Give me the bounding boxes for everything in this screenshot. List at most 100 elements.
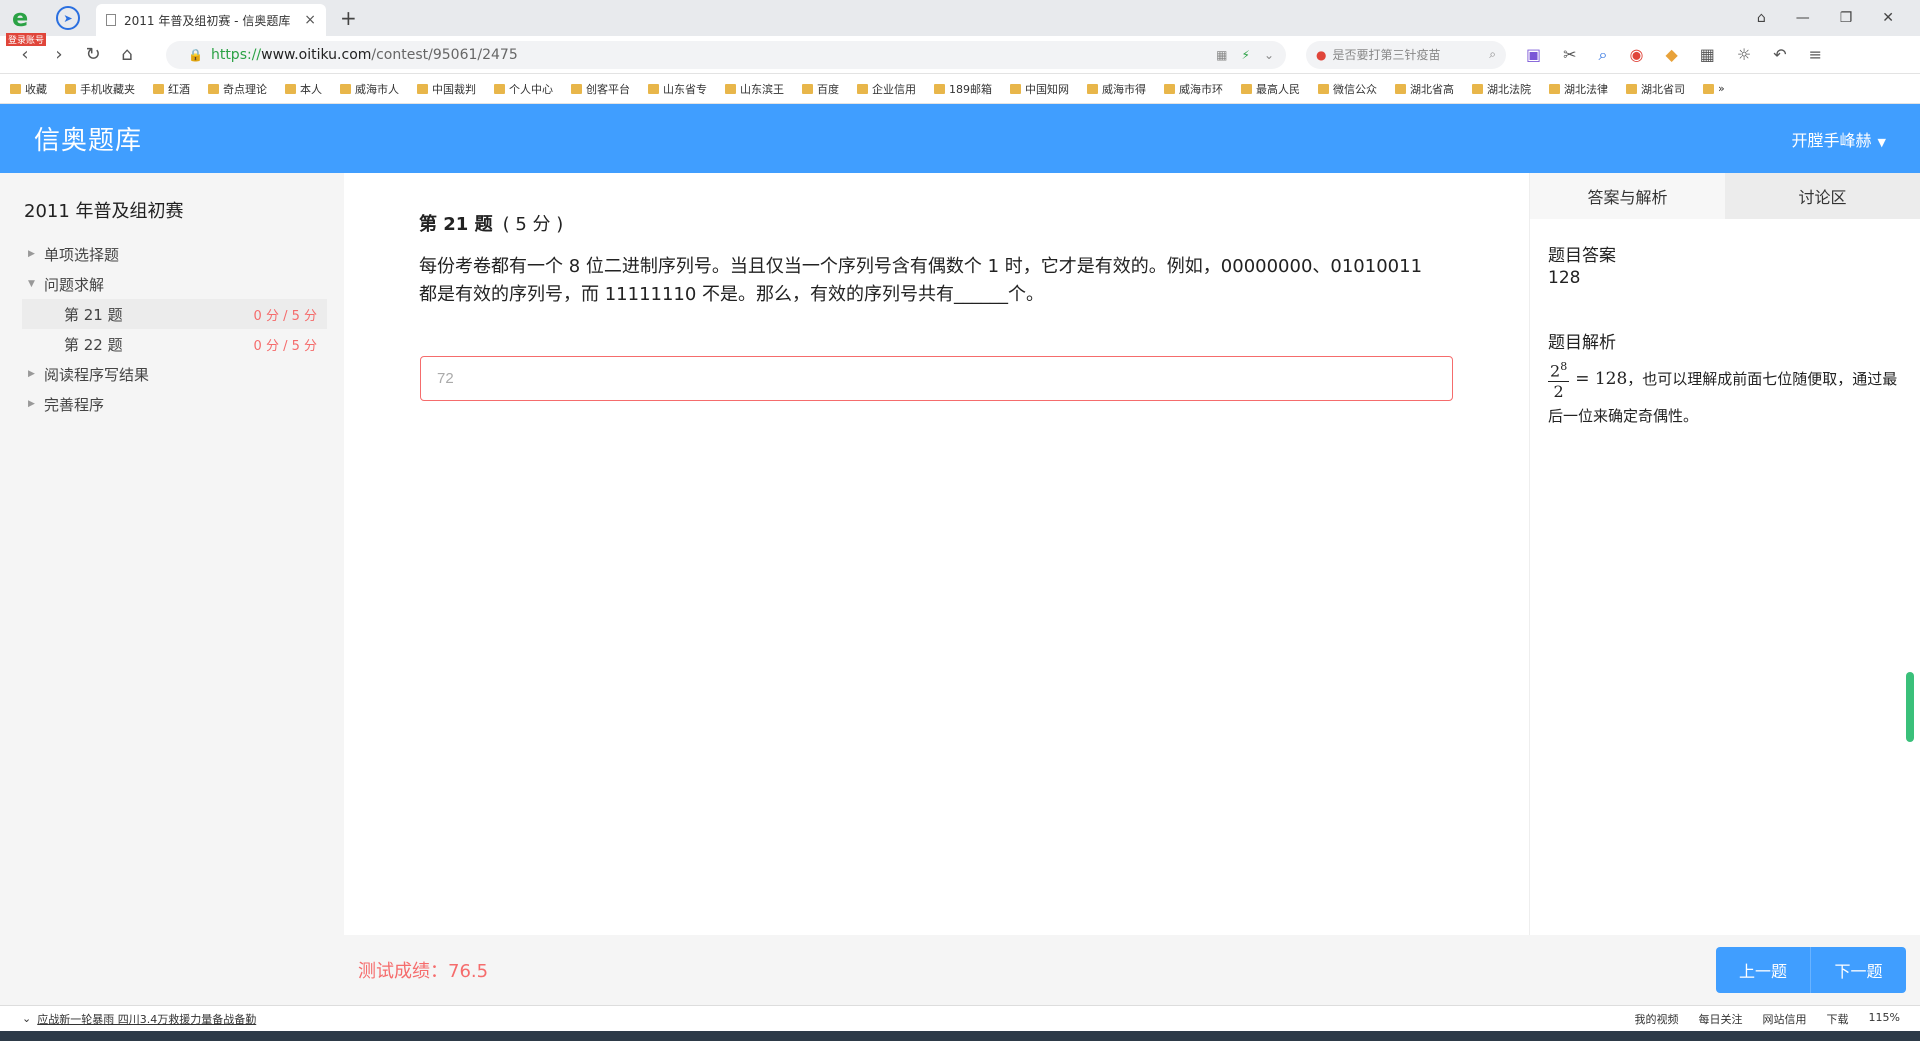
bookmark-item[interactable]: 威海市环 <box>1164 81 1223 97</box>
search-box[interactable]: ● 是否要打第三针疫苗 ⌕ <box>1306 40 1506 69</box>
answer-label: 题目答案 <box>1548 246 1616 266</box>
question-score: 0 分 / 5 分 <box>253 338 317 354</box>
chevron-down-icon[interactable]: ⌄ <box>1264 48 1274 62</box>
sidebar-section-problem-solving[interactable]: ▼ 问题求解 <box>0 269 344 299</box>
menu-icon[interactable]: ≡ <box>1809 45 1822 65</box>
bookmark-label: 微信公众 <box>1333 82 1377 96</box>
tab-close-icon[interactable]: × <box>304 12 316 28</box>
bookmark-icon <box>1164 83 1175 94</box>
bookmark-item[interactable]: 湖北法律 <box>1549 81 1608 97</box>
bookmark-item[interactable]: 奇点理论 <box>208 81 267 97</box>
status-download[interactable]: 下载 <box>1827 1011 1849 1027</box>
fraction-base: 2 <box>1550 361 1561 381</box>
bookmark-item[interactable]: 威海市人 <box>340 81 399 97</box>
new-tab-button[interactable]: + <box>340 6 357 30</box>
bookmark-label: 个人中心 <box>509 82 553 96</box>
user-menu[interactable]: 开膛手峰赫 ▼ <box>1792 127 1886 151</box>
bookmark-item[interactable]: 微信公众 <box>1318 81 1377 97</box>
close-window-icon[interactable]: ✕ <box>1882 10 1894 26</box>
bookmark-label: 山东省专 <box>663 82 707 96</box>
scissors-icon[interactable]: ✂ <box>1563 45 1576 65</box>
reload-icon[interactable]: ↻ <box>76 44 110 65</box>
bookmark-item[interactable]: » <box>1703 82 1725 95</box>
sidebar-section-single-choice[interactable]: ▶ 单项选择题 <box>0 239 344 269</box>
home-icon[interactable]: ⌂ <box>110 44 144 65</box>
minimize-icon[interactable]: — <box>1796 10 1810 26</box>
bookmark-item[interactable]: 湖北省司 <box>1626 81 1685 97</box>
app-header: 信奥题库 开膛手峰赫 ▼ <box>0 104 1920 173</box>
bookmark-item[interactable]: 创客平台 <box>571 81 630 97</box>
speed-icon[interactable]: ⚡ <box>1242 48 1250 62</box>
forward-icon[interactable]: › <box>42 44 76 65</box>
translate-icon[interactable]: ▣ <box>1526 45 1541 65</box>
bookmark-label: 企业信用 <box>872 82 916 96</box>
prev-question-button[interactable]: 上一题 <box>1716 947 1811 993</box>
search-ext-icon[interactable]: ⌕ <box>1599 45 1608 65</box>
restore-icon[interactable]: ❐ <box>1840 10 1853 26</box>
game-icon[interactable]: ◉ <box>1630 45 1644 65</box>
bookmark-item[interactable]: 山东滨王 <box>725 81 784 97</box>
sidebar-section-complete-program[interactable]: ▶ 完善程序 <box>0 389 344 419</box>
status-daily[interactable]: 每日关注 <box>1699 1011 1743 1027</box>
tab-title: 2011 年普及组初赛 - 信奥题库 <box>124 13 291 28</box>
bookmark-item[interactable]: 189邮箱 <box>934 81 992 97</box>
bookmark-item[interactable]: 湖北省高 <box>1395 81 1454 97</box>
search-icon[interactable]: ⌕ <box>1489 47 1496 62</box>
test-score: 测试成绩：76.5 <box>358 961 489 982</box>
sidebar-section-read-program[interactable]: ▶ 阅读程序写结果 <box>0 359 344 389</box>
caret-right-icon: ▶ <box>28 399 35 409</box>
news-link[interactable]: 应战新一轮暴雨 四川3.4万救援力量备战备勤 <box>37 1011 256 1027</box>
bookmark-item[interactable]: 最高人民 <box>1241 81 1300 97</box>
navigation-icon[interactable]: ➤ <box>56 6 80 30</box>
bookmark-item[interactable]: 中国裁判 <box>417 81 476 97</box>
bookmark-item[interactable]: 威海市得 <box>1087 81 1146 97</box>
bookmark-label: 奇点理论 <box>223 82 267 96</box>
bookmark-label: 手机收藏夹 <box>80 82 135 96</box>
bookmark-item[interactable]: 个人中心 <box>494 81 553 97</box>
answer-value: 128 <box>1548 268 1581 288</box>
tab-discussion[interactable]: 讨论区 <box>1725 173 1920 219</box>
bookmark-item[interactable]: 企业信用 <box>857 81 916 97</box>
answer-input[interactable] <box>420 356 1453 401</box>
bookmark-item[interactable]: 湖北法院 <box>1472 81 1531 97</box>
status-credit[interactable]: 网站信用 <box>1763 1011 1807 1027</box>
bookmark-icon <box>1241 83 1252 94</box>
bookmark-label: 湖北法院 <box>1487 82 1531 96</box>
undo-icon[interactable]: ↶ <box>1773 45 1786 65</box>
os-taskbar <box>0 1031 1920 1041</box>
tab-answer-analysis[interactable]: 答案与解析 <box>1530 173 1725 219</box>
scroll-indicator[interactable] <box>1906 672 1914 742</box>
sidebar-question-22[interactable]: 第 22 题 0 分 / 5 分 <box>22 329 327 359</box>
bookmark-icon <box>934 83 945 94</box>
sidebar-question-21[interactable]: 第 21 题 0 分 / 5 分 <box>22 299 327 329</box>
bookmark-item[interactable]: 收藏 <box>10 81 47 97</box>
qr-icon[interactable]: ▦ <box>1216 48 1227 62</box>
bookmark-icon <box>1549 83 1560 94</box>
next-question-button[interactable]: 下一题 <box>1811 947 1906 993</box>
back-icon[interactable]: ‹ <box>8 44 42 65</box>
brightness-icon[interactable]: ☼ <box>1737 45 1751 65</box>
bookmark-item[interactable]: 手机收藏夹 <box>65 81 135 97</box>
apps-icon[interactable]: ▦ <box>1700 45 1715 65</box>
login-tag[interactable]: 登录账号 <box>6 33 47 46</box>
browser-logo-icon[interactable]: e 登录账号 <box>6 1 47 46</box>
caret-right-icon: ▶ <box>28 369 35 379</box>
status-video[interactable]: 我的视频 <box>1635 1011 1679 1027</box>
address-bar[interactable]: 🔒 https://www.oitiku.com/contest/95061/2… <box>166 40 1286 69</box>
bookmark-icon <box>1472 83 1483 94</box>
bookmarks-bar: 收藏 手机收藏夹 红酒 奇点理论 本人 威海市人 中国裁判 个人中心 创客平台 山东省专 山东滨王 百… <box>0 74 1920 104</box>
coupon-icon[interactable]: ◆ <box>1665 45 1677 65</box>
bookmark-item[interactable]: 红酒 <box>153 81 190 97</box>
shirt-icon[interactable]: ⌂ <box>1757 10 1766 26</box>
chevron-down-icon[interactable]: ⌄ <box>22 1012 31 1025</box>
site-brand[interactable]: 信奥题库 <box>34 120 142 157</box>
status-zoom[interactable]: 115% <box>1869 1011 1900 1027</box>
bookmark-item[interactable]: 山东省专 <box>648 81 707 97</box>
bookmark-item[interactable]: 本人 <box>285 81 322 97</box>
bookmark-item[interactable]: 百度 <box>802 81 839 97</box>
bookmark-item[interactable]: 中国知网 <box>1010 81 1069 97</box>
browser-tab[interactable]: 2011 年普及组初赛 - 信奥题库 × <box>96 4 326 36</box>
question-text-line: 每份考卷都有一个 8 位二进制序列号。当且仅当一个序列号含有偶数个 1 时，它才… <box>419 256 1423 277</box>
bookmark-label: 威海市环 <box>1179 82 1223 96</box>
bookmark-icon <box>340 83 351 94</box>
